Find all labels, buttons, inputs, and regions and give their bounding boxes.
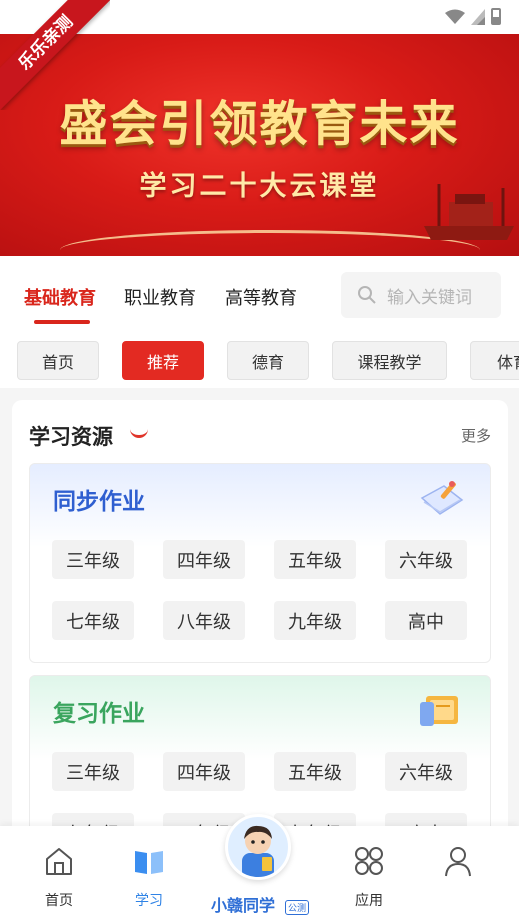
- nav-home-label: 首页: [45, 893, 73, 909]
- grade-item[interactable]: 六年级: [385, 752, 467, 791]
- section-title: 学习资源: [29, 425, 113, 449]
- section-title-mark: [130, 428, 148, 438]
- nav-home[interactable]: 首页: [19, 844, 99, 910]
- nav-apps-label: 应用: [355, 893, 383, 909]
- tab-higher-education[interactable]: 高等教育: [225, 284, 297, 310]
- sync-homework-title[interactable]: 同步作业: [53, 482, 145, 516]
- tab-basic-education[interactable]: 基础教育: [24, 284, 96, 310]
- beta-badge: 公测: [285, 900, 310, 915]
- app-screen: 盛会引领教育未来 学习二十大云课堂 乐乐亲测 基础教育 职业教育 高等教育 输入…: [0, 0, 519, 924]
- learning-resources-card: 学习资源 更多 同步作业 三年级 四年级 五年级 六年级 七年级 八年级 九年级…: [12, 400, 508, 840]
- apps-grid-icon: [355, 847, 383, 875]
- home-icon: [46, 848, 72, 875]
- assistant-label[interactable]: 小赣同学: [211, 892, 275, 916]
- book-open-icon: [135, 851, 163, 874]
- chip-home[interactable]: 首页: [17, 341, 99, 380]
- book-stack-icon: [420, 696, 458, 726]
- grade-item[interactable]: 五年级: [274, 540, 356, 579]
- nav-study[interactable]: 学习: [109, 844, 189, 910]
- search-input[interactable]: 输入关键词: [341, 272, 501, 318]
- grade-item[interactable]: 七年级: [52, 601, 134, 640]
- more-link[interactable]: 更多: [461, 425, 491, 446]
- chip-recommend[interactable]: 推荐: [122, 341, 204, 380]
- sync-homework-block: 同步作业 三年级 四年级 五年级 六年级 七年级 八年级 九年级 高中: [29, 463, 491, 663]
- tab-active-indicator: [34, 320, 90, 324]
- chip-course-teaching[interactable]: 课程教学: [332, 341, 447, 380]
- nav-profile[interactable]: [418, 844, 498, 890]
- grade-item[interactable]: 三年级: [52, 540, 134, 579]
- banner-arc-decoration: [60, 230, 480, 256]
- notebook-pencil-icon: [420, 481, 464, 515]
- grade-item[interactable]: 三年级: [52, 752, 134, 791]
- category-tabs: 基础教育 职业教育 高等教育 输入关键词: [0, 256, 519, 332]
- search-placeholder: 输入关键词: [387, 287, 472, 308]
- channel-chips: 首页 推荐 德育 课程教学 体育: [0, 332, 519, 388]
- grade-item[interactable]: 高中: [385, 601, 467, 640]
- red-boat-icon: [424, 184, 514, 240]
- grade-item[interactable]: 五年级: [274, 752, 356, 791]
- signal-icon: [471, 8, 485, 25]
- nav-study-label: 学习: [135, 893, 163, 909]
- battery-icon: [491, 8, 501, 25]
- user-icon: [445, 847, 471, 877]
- chip-sports[interactable]: 体育: [470, 341, 519, 380]
- status-icons: [445, 8, 501, 25]
- tab-vocational-education[interactable]: 职业教育: [124, 284, 196, 310]
- bottom-nav: 首页 学习 小赣同学 公测 应用: [0, 814, 519, 924]
- grade-item[interactable]: 四年级: [163, 752, 245, 791]
- grade-item[interactable]: 九年级: [274, 601, 356, 640]
- grade-item[interactable]: 八年级: [163, 601, 245, 640]
- nav-apps[interactable]: 应用: [329, 844, 409, 910]
- review-homework-title[interactable]: 复习作业: [53, 694, 145, 728]
- test-ribbon: 乐乐亲测: [0, 0, 110, 110]
- assistant-avatar[interactable]: [225, 814, 291, 880]
- assistant-avatar-icon: [242, 825, 274, 877]
- search-icon: [358, 286, 376, 304]
- ribbon-label: 乐乐亲测: [0, 0, 110, 110]
- wifi-icon: [445, 9, 465, 24]
- grade-item[interactable]: 六年级: [385, 540, 467, 579]
- grade-item[interactable]: 四年级: [163, 540, 245, 579]
- chip-moral[interactable]: 德育: [227, 341, 309, 380]
